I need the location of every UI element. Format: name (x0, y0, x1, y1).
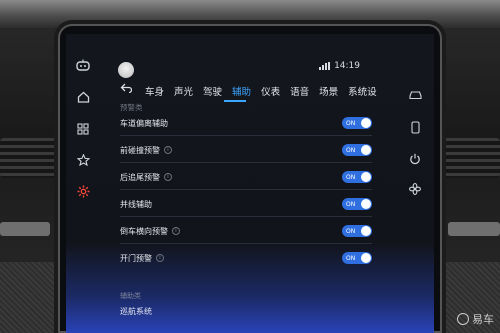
cruise-system-item[interactable]: 巡航系统 (120, 306, 152, 317)
signal-icon (319, 62, 331, 70)
divider (120, 189, 372, 190)
setting-label: 开门预警 (120, 253, 152, 263)
active-tab-indicator (224, 100, 246, 102)
toggle-knob (361, 145, 371, 155)
tab-sound-light[interactable]: 声光 (169, 84, 198, 98)
setting-label: 前碰撞预警 (120, 145, 160, 155)
faded-section-label: 辅助类 (120, 292, 141, 300)
setting-row-forward-collision: 前碰撞预警 i ON (120, 142, 372, 158)
tab-driving[interactable]: 驾驶 (198, 84, 227, 98)
infotainment-screen: 14:19 车身 声光 驾驶 辅助 仪表 语音 场景 系统设 预警类 车道偏离辅… (66, 34, 434, 333)
settings-tabs: 车身 声光 驾驶 辅助 仪表 语音 场景 系统设 (140, 84, 382, 98)
toggle-state: ON (346, 146, 356, 154)
car-icon[interactable] (406, 86, 424, 104)
tab-assist[interactable]: 辅助 (227, 84, 256, 98)
fan-icon[interactable] (406, 180, 424, 198)
home-icon[interactable] (74, 88, 92, 106)
tab-cluster[interactable]: 仪表 (256, 84, 285, 98)
divider (120, 243, 372, 244)
apps-icon[interactable] (74, 120, 92, 138)
watermark: 易车 (457, 311, 494, 327)
air-vent-left (0, 138, 60, 178)
toggle-knob (361, 253, 371, 263)
toggle-knob (361, 199, 371, 209)
toggle-state: ON (346, 173, 356, 181)
trim-left (0, 222, 50, 236)
lane-departure-toggle[interactable]: ON (342, 117, 372, 129)
info-icon[interactable]: i (164, 146, 172, 154)
tab-body[interactable]: 车身 (140, 84, 169, 98)
divider (120, 162, 372, 163)
setting-row-rear-collision: 后追尾预警 i ON (120, 169, 372, 185)
robot-icon[interactable] (74, 56, 92, 74)
tab-system[interactable]: 系统设 (343, 84, 382, 98)
toggle-state: ON (346, 200, 356, 208)
phone-icon[interactable] (406, 118, 424, 136)
back-icon[interactable] (120, 82, 133, 96)
power-icon[interactable] (406, 150, 424, 168)
watermark-logo-icon (457, 313, 469, 325)
info-icon[interactable]: i (172, 227, 180, 235)
rear-collision-toggle[interactable]: ON (342, 171, 372, 183)
section-label: 预警类 (120, 103, 143, 112)
toggle-state: ON (346, 119, 356, 127)
setting-row-rear-cross-traffic: 倒车横向预警 i ON (120, 223, 372, 239)
air-vent-right (442, 138, 500, 178)
fabric-left (0, 262, 58, 333)
trim-right (448, 222, 500, 236)
setting-label: 并线辅助 (120, 199, 152, 209)
info-icon[interactable]: i (156, 254, 164, 262)
setting-row-lane-departure: 车道偏离辅助 ON (120, 115, 372, 131)
door-open-warning-toggle[interactable]: ON (342, 252, 372, 264)
divider (120, 216, 372, 217)
status-time: 14:19 (334, 61, 360, 71)
setting-label: 倒车横向预警 (120, 226, 168, 236)
settings-icon[interactable] (74, 182, 92, 200)
watermark-text: 易车 (472, 313, 494, 326)
star-icon[interactable] (74, 151, 92, 169)
forward-collision-toggle[interactable]: ON (342, 144, 372, 156)
toggle-knob (361, 226, 371, 236)
setting-row-door-open-warning: 开门预警 i ON (120, 250, 372, 266)
status-bar: 14:19 (319, 61, 360, 71)
toggle-knob (361, 118, 371, 128)
rear-cross-traffic-toggle[interactable]: ON (342, 225, 372, 237)
avatar[interactable] (118, 62, 134, 78)
tab-voice[interactable]: 语音 (285, 84, 314, 98)
toggle-knob (361, 172, 371, 182)
tab-scene[interactable]: 场景 (314, 84, 343, 98)
setting-label: 后追尾预警 (120, 172, 160, 182)
divider (120, 135, 372, 136)
setting-label: 车道偏离辅助 (120, 118, 168, 128)
info-icon[interactable]: i (164, 173, 172, 181)
lane-change-toggle[interactable]: ON (342, 198, 372, 210)
setting-row-lane-change: 并线辅助 ON (120, 196, 372, 212)
toggle-state: ON (346, 254, 356, 262)
toggle-state: ON (346, 227, 356, 235)
